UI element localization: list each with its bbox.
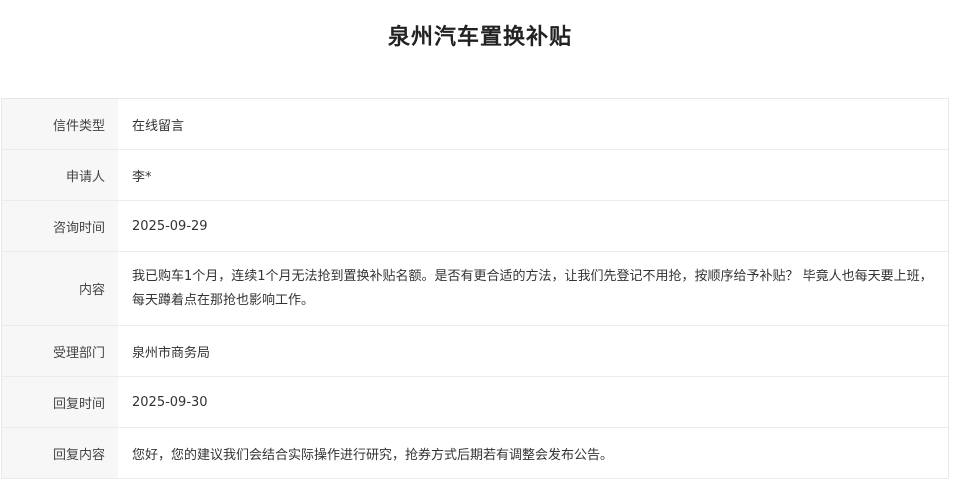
row-department: 受理部门 泉州市商务局: [2, 326, 948, 377]
row-applicant: 申请人 李*: [2, 150, 948, 201]
row-label: 回复时间: [2, 377, 118, 427]
row-value: 李*: [132, 169, 152, 185]
row-label: 申请人: [2, 150, 118, 200]
page-title: 泉州汽车置换补贴: [387, 25, 572, 50]
row-value: 2025-09-29: [132, 218, 208, 234]
row-value: 我已购车1个月，连续1个月无法抢到置换补贴名额。是否有更合适的方法，让我们先登记…: [132, 268, 933, 308]
row-reply-time: 回复时间 2025-09-30: [2, 377, 948, 428]
row-value: 泉州市商务局: [132, 345, 211, 361]
row-value: 在线留言: [132, 118, 185, 134]
row-label: 受理部门: [2, 326, 118, 376]
row-value: 您好，您的建议我们会结合实际操作进行研究，抢券方式后期若有调整会发布公告。: [132, 447, 614, 463]
row-label: 信件类型: [2, 99, 118, 149]
row-letter-type: 信件类型 在线留言: [2, 99, 948, 150]
row-label: 回复内容: [2, 428, 118, 478]
row-inquiry-time: 咨询时间 2025-09-29: [2, 201, 948, 252]
row-label: 内容: [2, 252, 118, 325]
row-value: 2025-09-30: [132, 394, 208, 410]
row-reply-content: 回复内容 您好，您的建议我们会结合实际操作进行研究，抢券方式后期若有调整会发布公…: [2, 428, 948, 479]
letter-detail-table: 信件类型 在线留言 申请人 李* 咨询时间 2025-09-29 内容 我已购车…: [1, 98, 949, 479]
row-label: 咨询时间: [2, 201, 118, 251]
row-content: 内容 我已购车1个月，连续1个月无法抢到置换补贴名额。是否有更合适的方法，让我们…: [2, 252, 948, 326]
